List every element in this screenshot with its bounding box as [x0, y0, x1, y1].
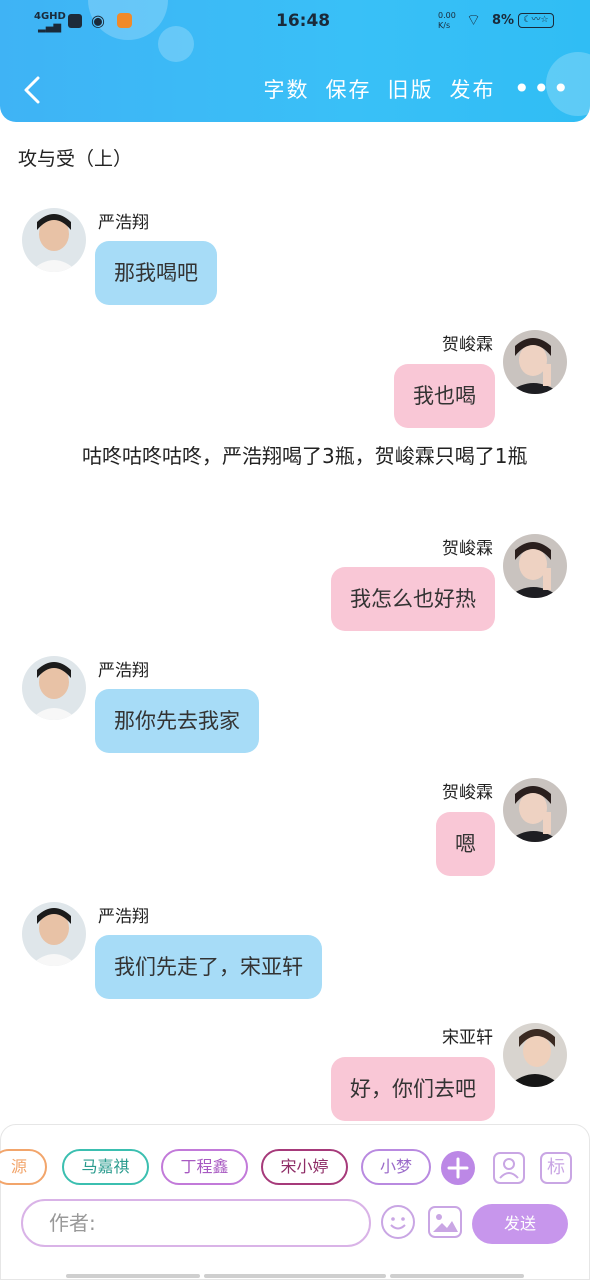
sender-name: 贺峻霖	[442, 539, 493, 559]
signal-icon: ▂▄▆	[38, 22, 62, 33]
image-icon[interactable]	[428, 1206, 462, 1238]
wifi-icon: ⌔	[466, 10, 482, 29]
avatar-he-junlin[interactable]	[503, 778, 567, 842]
author-input[interactable]: 作者:	[21, 1199, 371, 1247]
narration-text[interactable]: 咕咚咕咚咕咚，严浩翔喝了3瓶，贺峻霖只喝了1瓶	[28, 440, 568, 472]
battery-icon: ☾〰☆	[518, 13, 554, 28]
message-bubble[interactable]: 我怎么也好热	[331, 567, 495, 631]
sender-name: 贺峻霖	[442, 335, 493, 355]
send-button[interactable]: 发送	[472, 1204, 568, 1244]
message-bubble[interactable]: 我们先走了，宋亚轩	[95, 935, 322, 999]
message-bubble[interactable]: 那你先去我家	[95, 689, 259, 753]
battery-text: 8%	[492, 13, 515, 28]
chevron-left-icon	[24, 76, 40, 104]
status-bar: 4GHD ▂▄▆ ◉ 16:48 0.00 K/s ⌔ 8% ☾〰☆	[0, 0, 590, 42]
nav-actions: 字数 保存 旧版 发布 •••	[247, 74, 572, 104]
message-bubble[interactable]: 嗯	[436, 812, 495, 876]
message-bubble[interactable]: 好，你们去吧	[331, 1057, 495, 1121]
message-bubble[interactable]: 我也喝	[394, 364, 495, 428]
gesture-bar	[390, 1274, 524, 1278]
document-title[interactable]: 攻与受（上）	[18, 144, 132, 171]
plus-icon	[447, 1157, 469, 1179]
gesture-bar	[66, 1274, 200, 1278]
back-button[interactable]	[20, 72, 44, 108]
old-version-button[interactable]: 旧版	[387, 74, 433, 104]
more-icon[interactable]: •••	[513, 75, 572, 103]
save-button[interactable]: 保存	[325, 74, 371, 104]
publish-button[interactable]: 发布	[449, 74, 495, 104]
app-orange-icon	[117, 13, 132, 28]
avatar-yan-haoxiang[interactable]	[22, 656, 86, 720]
message-bubble[interactable]: 那我喝吧	[95, 241, 217, 305]
role-chip[interactable]: 丁程鑫	[161, 1149, 248, 1185]
app-notify-icon	[68, 14, 82, 28]
add-role-button[interactable]	[441, 1151, 475, 1185]
role-chip[interactable]: 源	[0, 1149, 47, 1185]
network-indicator: 4GHD	[34, 11, 66, 22]
role-chip[interactable]: 宋小婷	[261, 1149, 348, 1185]
role-chip[interactable]: 小梦	[361, 1149, 431, 1185]
sender-name: 宋亚轩	[442, 1028, 493, 1048]
sender-name: 严浩翔	[98, 661, 149, 681]
role-chip[interactable]: 马嘉祺	[62, 1149, 149, 1185]
clock: 16:48	[276, 11, 331, 31]
tag-icon[interactable]: 标	[540, 1152, 572, 1184]
avatar-yan-haoxiang[interactable]	[22, 902, 86, 966]
avatar-song-yaxuan[interactable]	[503, 1023, 567, 1087]
net-speed: 0.00 K/s	[438, 11, 456, 30]
avatar-he-junlin[interactable]	[503, 534, 567, 598]
gesture-bar	[204, 1274, 386, 1278]
avatar-yan-haoxiang[interactable]	[22, 208, 86, 272]
top-bar: 4GHD ▂▄▆ ◉ 16:48 0.00 K/s ⌔ 8% ☾〰☆ 字数 保存…	[0, 0, 590, 122]
emoji-icon[interactable]	[381, 1205, 415, 1239]
weibo-icon: ◉	[91, 11, 105, 30]
avatar-he-junlin[interactable]	[503, 330, 567, 394]
sender-name: 贺峻霖	[442, 783, 493, 803]
word-count-button[interactable]: 字数	[263, 74, 309, 104]
sender-name: 严浩翔	[98, 907, 149, 927]
composer-panel: 源 马嘉祺 丁程鑫 宋小婷 小梦 标 作者: 发送	[0, 1124, 590, 1280]
sender-name: 严浩翔	[98, 213, 149, 233]
person-card-icon[interactable]	[493, 1152, 525, 1184]
